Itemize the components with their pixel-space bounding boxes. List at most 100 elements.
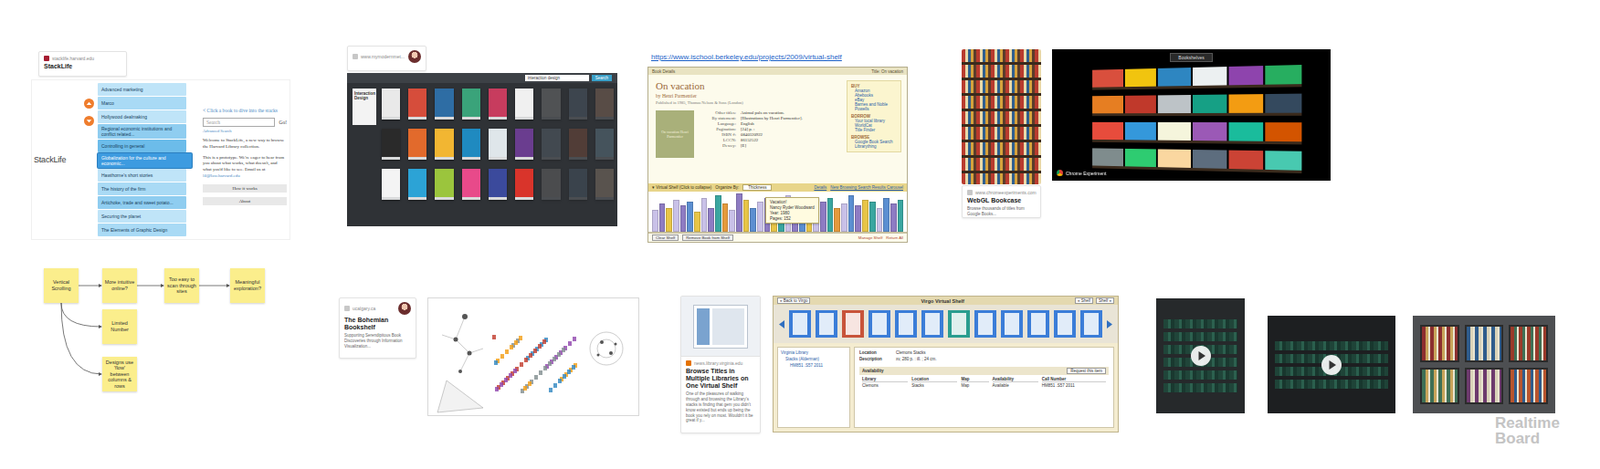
book-cover[interactable] [434, 128, 453, 160]
book-spine[interactable] [673, 200, 680, 232]
scroll-arrow-icon[interactable] [1105, 320, 1113, 329]
side-link[interactable]: Librarything [851, 144, 897, 149]
book[interactable] [1092, 95, 1124, 114]
book-row[interactable]: Artichoke, trade and sweet potato... [97, 196, 187, 210]
info-button[interactable]: How it works [202, 184, 287, 193]
book-cover[interactable] [515, 128, 534, 160]
gallery-thumbnail[interactable] [1508, 368, 1548, 406]
book[interactable] [1092, 122, 1124, 140]
book-spine[interactable] [854, 205, 862, 232]
footer-link[interactable]: Return All [885, 235, 904, 241]
book-cover[interactable] [515, 88, 534, 120]
bookshelves-tab[interactable]: Bookshelves [1169, 52, 1212, 63]
virginia-card[interactable]: news.library.virginia.eduBrowse Titles i… [680, 295, 761, 434]
email-link[interactable]: lil@law.harvard.edu [202, 173, 241, 179]
book[interactable] [1264, 64, 1302, 85]
link-card[interactable]: www.mymodernmet... [347, 45, 427, 72]
video-item[interactable] [1156, 298, 1245, 414]
book[interactable] [1092, 69, 1124, 88]
nav-button[interactable]: « Shelf [1074, 297, 1094, 305]
book-spine[interactable] [869, 201, 876, 232]
scroll-arrow-icon[interactable] [778, 320, 786, 329]
book[interactable] [1264, 122, 1302, 142]
sticky-note[interactable]: Limited Number [102, 309, 137, 345]
side-link[interactable]: eBay [851, 97, 897, 103]
bar-link[interactable]: Details [813, 185, 827, 190]
book-cover[interactable] [434, 88, 453, 120]
cover[interactable] [894, 310, 917, 338]
book-cover[interactable] [462, 168, 481, 200]
footer-link[interactable]: Manage Shelf [858, 235, 884, 241]
book[interactable] [1264, 150, 1302, 171]
book-spine[interactable] [652, 210, 659, 232]
book-cover[interactable] [408, 88, 427, 120]
book-cover[interactable] [595, 128, 614, 160]
book-cover[interactable] [408, 168, 427, 200]
book[interactable] [1124, 148, 1157, 168]
book-cover[interactable] [462, 88, 481, 120]
book-spine[interactable] [736, 193, 743, 232]
cover[interactable] [947, 310, 970, 338]
book[interactable] [1228, 94, 1264, 114]
webgl-card[interactable]: www.chromeexperiments.comWebGL BookcaseB… [961, 185, 1042, 219]
cover[interactable] [1053, 310, 1076, 338]
sticky-note[interactable]: Too easy to scan through sites [164, 268, 200, 304]
side-link[interactable]: Google Book Search [851, 139, 897, 145]
tree-item[interactable]: Virginia Library [780, 350, 847, 356]
stacklife-card[interactable]: stacklife.harvard.eduStackLife [38, 51, 127, 77]
side-link[interactable]: WorldCat [851, 123, 897, 128]
play-icon[interactable] [1189, 345, 1212, 368]
book-spine[interactable] [883, 198, 890, 232]
cover[interactable] [815, 310, 838, 338]
book-row[interactable]: Hawthorne's short stories [97, 168, 187, 182]
side-link[interactable]: Amazon [851, 88, 897, 94]
book[interactable] [1228, 150, 1264, 170]
arrow-button-icon[interactable] [84, 115, 95, 127]
book-spine[interactable] [820, 201, 827, 232]
sticky-note[interactable]: Designs use 'flow' between columns & row… [102, 357, 137, 392]
book[interactable] [1157, 122, 1191, 141]
book-spine[interactable] [722, 203, 729, 232]
book-cover[interactable] [595, 88, 614, 120]
search-field[interactable]: interaction design [525, 74, 590, 82]
cover[interactable] [789, 310, 811, 338]
book-spine[interactable] [749, 208, 757, 232]
play-icon[interactable] [1320, 354, 1343, 377]
mymodernmet-card[interactable]: www.mymodernmet... [347, 45, 427, 72]
book[interactable] [1228, 65, 1264, 85]
gallery-thumbnail[interactable] [1464, 325, 1505, 363]
book-spine[interactable] [659, 203, 666, 232]
book[interactable] [1157, 148, 1191, 169]
book-spine[interactable] [876, 208, 884, 232]
book-spine[interactable] [707, 208, 715, 232]
gallery-thumbnail[interactable] [1420, 368, 1460, 406]
book-spine[interactable] [701, 198, 708, 232]
book-spine[interactable] [715, 195, 722, 232]
book-spine[interactable] [890, 203, 897, 232]
book-spine[interactable] [757, 201, 764, 232]
book-spine[interactable] [897, 200, 905, 232]
sticky-note[interactable]: Vertical Scrolling [43, 268, 79, 304]
cover[interactable] [1080, 310, 1103, 338]
book-cover[interactable] [488, 168, 507, 200]
book[interactable] [1264, 94, 1302, 114]
search-input[interactable]: Search [202, 117, 275, 127]
book-cover[interactable] [568, 128, 588, 160]
book-row[interactable]: Hollywood dealmaking [97, 110, 187, 124]
book-cover[interactable] [541, 88, 560, 120]
book-row[interactable]: The Elements of Graphic Design [97, 223, 187, 237]
book-spine[interactable] [694, 211, 701, 232]
cover[interactable] [921, 310, 944, 338]
book-spine[interactable] [841, 203, 848, 232]
book-cover[interactable] [568, 168, 588, 200]
side-link[interactable]: Abebooks [851, 93, 897, 98]
link-card[interactable]: news.library.virginia.eduBrowse Titles i… [680, 295, 761, 434]
side-link[interactable]: Barnes and Noble [851, 102, 897, 107]
tree-item[interactable]: HM851 .S57 2011 [780, 363, 847, 369]
book-cover[interactable]: On vacation Henri Parmentier [655, 110, 695, 158]
book[interactable] [1192, 122, 1227, 141]
book[interactable] [1092, 147, 1124, 167]
book-cover[interactable] [541, 128, 560, 160]
book-row[interactable]: Advanced marketing [97, 83, 187, 96]
book[interactable] [1157, 94, 1191, 114]
